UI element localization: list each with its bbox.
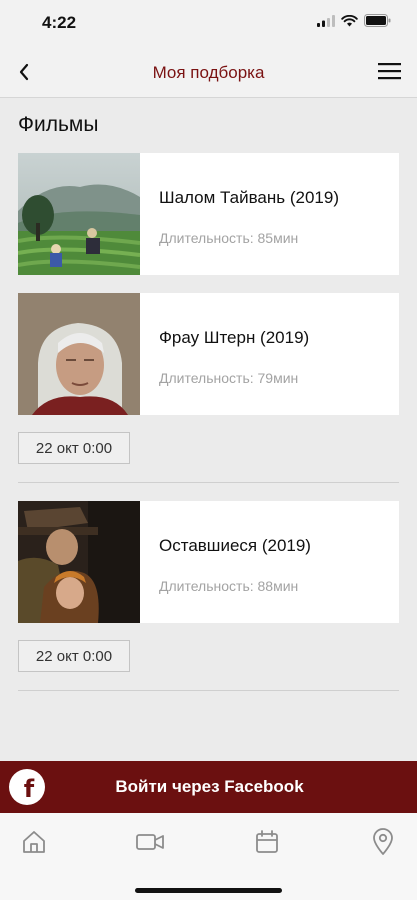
status-bar: 4:22 [0,0,417,44]
divider [18,690,399,691]
menu-button[interactable] [377,60,403,82]
status-icons [317,14,391,27]
tab-bar [0,813,417,900]
home-indicator [135,888,282,893]
session-time-chip[interactable]: 22 окт 0:00 [18,432,130,464]
tab-locations[interactable] [366,825,400,859]
film-poster-image [18,293,140,415]
film-duration: Длительность: 85мин [159,230,299,246]
home-icon [23,831,45,853]
film-title: Оставшиеся (2019) [159,536,311,555]
film-title: Шалом Тайвань (2019) [159,188,339,207]
hamburger-icon [378,63,401,80]
film-poster-image [18,501,140,623]
session-time-chip[interactable]: 22 окт 0:00 [18,640,130,672]
calendar-icon [256,830,278,853]
film-poster-image [18,153,140,275]
film-card[interactable]: Оставшиеся (2019) Длительность: 88мин [18,501,399,623]
tab-home[interactable] [17,825,51,859]
divider [18,482,399,483]
video-camera-icon [136,834,164,850]
film-card[interactable]: Шалом Тайвань (2019) Длительность: 85мин [18,153,399,275]
section-title: Фильмы [18,113,99,136]
tab-films[interactable] [133,825,167,859]
battery-icon [364,14,391,27]
facebook-login-label: Войти через Facebook [115,777,304,796]
wifi-icon [341,14,358,26]
facebook-login-button[interactable]: f Войти через Facebook [0,761,417,813]
status-time: 4:22 [42,13,77,32]
film-duration: Длительность: 79мин [159,370,299,386]
location-pin-icon [373,828,393,855]
film-duration: Длительность: 88мин [159,578,299,594]
signal-icon [317,14,335,27]
navigation-bar: Моя подборка [0,44,417,98]
page-title: Моя подборка [152,63,265,82]
film-title: Фрау Штерн (2019) [159,328,310,347]
tab-schedule[interactable] [250,825,284,859]
film-card[interactable]: Фрау Штерн (2019) Длительность: 79мин [18,293,399,415]
